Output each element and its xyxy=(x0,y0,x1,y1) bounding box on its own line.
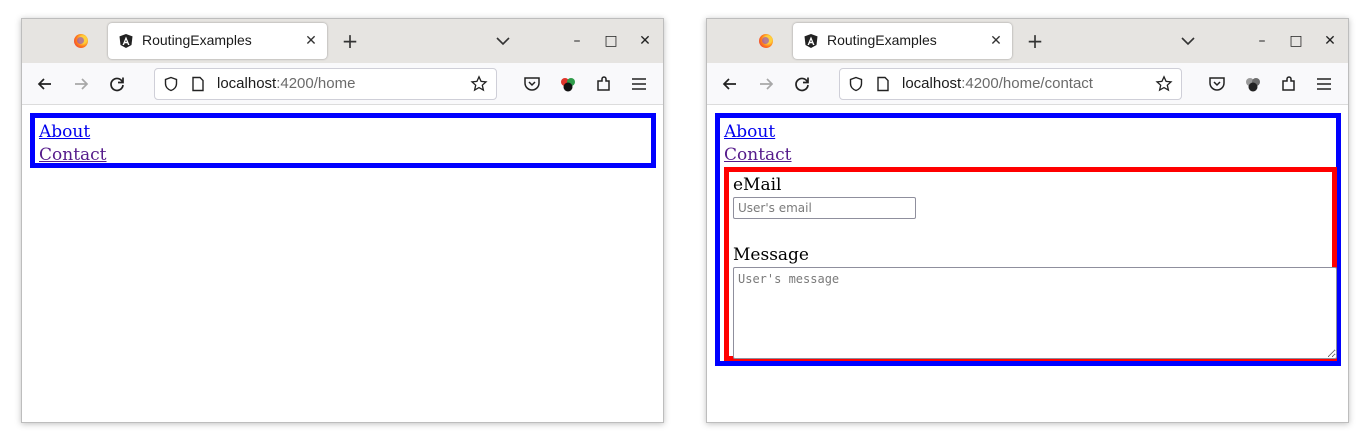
url-text[interactable]: localhost:4200/home xyxy=(217,75,355,92)
reload-icon[interactable] xyxy=(106,73,128,95)
bookmark-star-icon[interactable] xyxy=(470,75,488,93)
firefox-view-button[interactable] xyxy=(707,19,790,63)
chevron-down-icon[interactable] xyxy=(493,31,513,51)
app-root-box: About Contact eMail Message xyxy=(715,113,1341,366)
page-content: About Contact eMail Message xyxy=(707,105,1348,422)
tab-bar: RoutingExamples ✕ + – □ ✕ xyxy=(22,19,663,63)
url-path: :4200/home/contact xyxy=(961,75,1093,92)
firefox-icon xyxy=(74,34,88,48)
tab-bar: RoutingExamples ✕ + – □ ✕ xyxy=(707,19,1348,63)
new-tab-button[interactable]: + xyxy=(1025,31,1045,51)
chevron-down-icon[interactable] xyxy=(1178,31,1198,51)
shield-icon[interactable] xyxy=(163,76,179,92)
back-arrow-icon[interactable] xyxy=(34,73,56,95)
contact-link[interactable]: Contact xyxy=(724,145,792,165)
new-tab-button[interactable]: + xyxy=(340,31,360,51)
message-textarea[interactable] xyxy=(733,267,1337,359)
maximize-button[interactable]: □ xyxy=(601,31,621,51)
extensions-puzzle-icon[interactable] xyxy=(594,74,614,94)
minimize-button[interactable]: – xyxy=(1252,31,1272,51)
close-window-button[interactable]: ✕ xyxy=(1320,31,1340,51)
tab-routing-examples[interactable]: RoutingExamples ✕ xyxy=(793,23,1012,59)
page-info-icon[interactable] xyxy=(191,76,205,92)
url-host: localhost xyxy=(217,75,277,92)
url-text[interactable]: localhost:4200/home/contact xyxy=(902,75,1093,92)
angular-icon xyxy=(804,34,818,48)
extension-grey-icon[interactable] xyxy=(1243,74,1263,94)
browser-window-home: RoutingExamples ✕ + – □ ✕ localhost:4200… xyxy=(21,18,664,423)
firefox-icon xyxy=(759,34,773,48)
url-path: :4200/home xyxy=(276,75,356,92)
back-arrow-icon[interactable] xyxy=(719,73,741,95)
extension-colored-icon[interactable] xyxy=(558,74,578,94)
pocket-icon[interactable] xyxy=(1207,74,1227,94)
about-link[interactable]: About xyxy=(39,122,90,142)
email-label: eMail xyxy=(733,175,782,195)
about-link[interactable]: About xyxy=(724,122,775,142)
bookmark-star-icon[interactable] xyxy=(1155,75,1173,93)
contact-link[interactable]: Contact xyxy=(39,145,107,165)
close-window-button[interactable]: ✕ xyxy=(635,31,655,51)
app-root-box: About Contact xyxy=(30,113,656,168)
browser-window-contact: RoutingExamples ✕ + – □ ✕ localhost:4200… xyxy=(706,18,1349,423)
tab-title: RoutingExamples xyxy=(827,32,937,48)
close-tab-icon[interactable]: ✕ xyxy=(986,31,1006,51)
minimize-button[interactable]: – xyxy=(567,31,587,51)
close-tab-icon[interactable]: ✕ xyxy=(301,31,321,51)
hamburger-menu-icon[interactable] xyxy=(629,74,649,94)
tab-title: RoutingExamples xyxy=(142,32,252,48)
firefox-view-button[interactable] xyxy=(22,19,105,63)
navigation-toolbar: localhost:4200/home/contact xyxy=(707,63,1348,105)
reload-icon[interactable] xyxy=(791,73,813,95)
message-label: Message xyxy=(733,245,809,265)
extensions-puzzle-icon[interactable] xyxy=(1279,74,1299,94)
url-host: localhost xyxy=(902,75,962,92)
url-bar[interactable]: localhost:4200/home xyxy=(154,68,497,100)
maximize-button[interactable]: □ xyxy=(1286,31,1306,51)
angular-icon xyxy=(119,34,133,48)
email-field[interactable] xyxy=(733,197,916,219)
page-content: About Contact xyxy=(22,105,663,422)
pocket-icon[interactable] xyxy=(522,74,542,94)
shield-icon[interactable] xyxy=(848,76,864,92)
page-info-icon[interactable] xyxy=(876,76,890,92)
forward-arrow-icon[interactable] xyxy=(755,73,777,95)
hamburger-menu-icon[interactable] xyxy=(1314,74,1334,94)
forward-arrow-icon[interactable] xyxy=(70,73,92,95)
contact-form-box: eMail Message xyxy=(724,167,1337,361)
navigation-toolbar: localhost:4200/home xyxy=(22,63,663,105)
tab-routing-examples[interactable]: RoutingExamples ✕ xyxy=(108,23,327,59)
url-bar[interactable]: localhost:4200/home/contact xyxy=(839,68,1182,100)
